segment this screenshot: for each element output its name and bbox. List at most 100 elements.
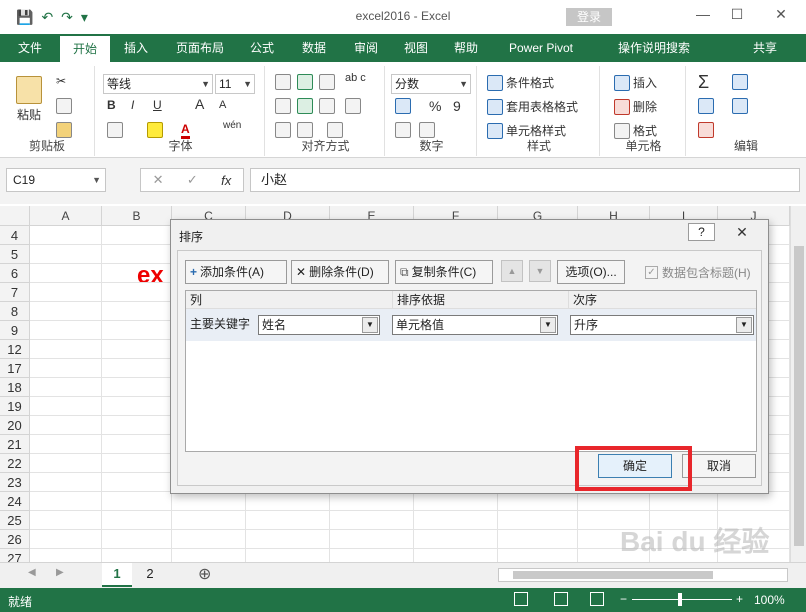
- tab-page-layout[interactable]: 页面布局: [164, 34, 236, 62]
- select-all-corner[interactable]: [0, 206, 30, 226]
- undo-icon[interactable]: ↶: [41, 9, 53, 26]
- zoom-slider[interactable]: [632, 599, 732, 600]
- font-name-combo[interactable]: 等线 ▼: [103, 74, 213, 94]
- row-header-18[interactable]: 18: [0, 378, 30, 397]
- row-header-23[interactable]: 23: [0, 473, 30, 492]
- new-sheet-icon[interactable]: ⊕: [198, 564, 211, 584]
- comma-style-button[interactable]: 9: [453, 98, 461, 114]
- scroll-thumb[interactable]: [794, 246, 804, 546]
- close-icon[interactable]: ✕: [723, 223, 761, 241]
- row-header-22[interactable]: 22: [0, 454, 30, 473]
- border-icon[interactable]: [107, 122, 123, 138]
- percent-button[interactable]: %: [429, 98, 441, 114]
- zoom-level[interactable]: 100%: [754, 593, 785, 607]
- fill-icon[interactable]: [698, 98, 714, 114]
- align-left-icon[interactable]: [275, 98, 291, 114]
- fill-color-icon[interactable]: [147, 122, 163, 138]
- format-as-table-button[interactable]: 套用表格格式: [487, 98, 578, 115]
- tab-data[interactable]: 数据: [292, 34, 336, 62]
- tab-file[interactable]: 文件: [4, 34, 56, 62]
- zoom-in-icon[interactable]: +: [736, 592, 743, 606]
- zoom-slider-thumb[interactable]: [678, 593, 682, 606]
- merge-center-icon[interactable]: [345, 98, 361, 114]
- sort-on-select[interactable]: 单元格值 ▼: [392, 315, 558, 335]
- delete-level-button[interactable]: ✕ 删除条件(D): [291, 260, 389, 284]
- sheet-tab-2[interactable]: 2: [136, 563, 164, 587]
- align-right-icon[interactable]: [319, 98, 335, 114]
- number-format-combo[interactable]: 分数 ▼: [391, 74, 471, 94]
- customize-qat-icon[interactable]: ▾: [81, 9, 88, 26]
- sort-filter-icon[interactable]: [732, 74, 748, 90]
- restore-icon[interactable]: ☐: [722, 6, 752, 23]
- wrap-text-icon[interactable]: ab c: [345, 72, 366, 84]
- conditional-format-button[interactable]: 条件格式: [487, 74, 554, 91]
- column-header-a[interactable]: A: [30, 206, 102, 226]
- share-button[interactable]: 共享: [740, 34, 790, 62]
- clear-icon[interactable]: [698, 122, 714, 138]
- tell-me-search[interactable]: 操作说明搜索: [598, 34, 710, 62]
- save-icon[interactable]: 💾: [16, 9, 33, 26]
- header-checkbox[interactable]: ✓ 数据包含标题(H): [645, 264, 751, 281]
- page-break-view-icon[interactable]: [590, 592, 604, 606]
- column-header-b[interactable]: B: [102, 206, 172, 226]
- increase-indent-icon[interactable]: [297, 122, 313, 138]
- decrease-indent-icon[interactable]: [275, 122, 291, 138]
- tab-power-pivot[interactable]: Power Pivot: [498, 34, 584, 62]
- vertical-scrollbar[interactable]: [790, 206, 806, 562]
- tab-view[interactable]: 视图: [394, 34, 438, 62]
- find-icon[interactable]: [732, 98, 748, 114]
- currency-icon[interactable]: [395, 98, 411, 114]
- phonetic-icon[interactable]: wén: [223, 120, 241, 131]
- orientation-icon[interactable]: [327, 122, 343, 138]
- row-header-6[interactable]: 6: [0, 264, 30, 283]
- font-size-combo[interactable]: 11 ▼: [215, 74, 255, 94]
- row-header-8[interactable]: 8: [0, 302, 30, 321]
- row-header-19[interactable]: 19: [0, 397, 30, 416]
- insert-cells-button[interactable]: 插入: [614, 74, 657, 91]
- add-level-button[interactable]: + 添加条件(A): [185, 260, 287, 284]
- bold-button[interactable]: B: [107, 98, 116, 112]
- paste-button[interactable]: 粘贴: [16, 76, 42, 123]
- formula-input[interactable]: 小赵: [250, 168, 800, 192]
- decrease-decimal-icon[interactable]: [419, 122, 435, 138]
- minimize-icon[interactable]: —: [688, 6, 718, 22]
- row-header-7[interactable]: 7: [0, 283, 30, 302]
- cut-icon[interactable]: ✂: [56, 74, 66, 88]
- row-header-26[interactable]: 26: [0, 530, 30, 549]
- row-header-4[interactable]: 4: [0, 226, 30, 245]
- order-select[interactable]: 升序 ▼: [570, 315, 754, 335]
- close-icon[interactable]: ✕: [766, 6, 796, 23]
- tab-insert[interactable]: 插入: [114, 34, 158, 62]
- name-box[interactable]: C19 ▼: [6, 168, 106, 192]
- align-top-icon[interactable]: [275, 74, 291, 90]
- row-header-24[interactable]: 24: [0, 492, 30, 511]
- align-middle-icon[interactable]: [297, 74, 313, 90]
- zoom-out-icon[interactable]: −: [620, 592, 627, 606]
- increase-decimal-icon[interactable]: [395, 122, 411, 138]
- help-button[interactable]: ?: [688, 223, 715, 241]
- grow-font-button[interactable]: A: [195, 96, 204, 112]
- cancel-icon[interactable]: ✕: [153, 172, 164, 188]
- move-down-button[interactable]: ▼: [529, 260, 551, 282]
- scroll-right-icon[interactable]: ▶: [56, 567, 64, 578]
- login-button[interactable]: 登录: [566, 8, 612, 26]
- shrink-font-button[interactable]: A: [219, 99, 226, 111]
- row-header-9[interactable]: 9: [0, 321, 30, 340]
- move-up-button[interactable]: ▲: [501, 260, 523, 282]
- redo-icon[interactable]: ↷: [61, 9, 73, 26]
- copy-level-button[interactable]: ⧉ 复制条件(C): [395, 260, 493, 284]
- tab-home[interactable]: 开始: [60, 34, 110, 62]
- row-header-25[interactable]: 25: [0, 511, 30, 530]
- cancel-button[interactable]: 取消: [682, 454, 756, 478]
- options-button[interactable]: 选项(O)...: [557, 260, 625, 284]
- scroll-left-icon[interactable]: ◀: [28, 567, 36, 578]
- row-header-12[interactable]: 12: [0, 340, 30, 359]
- horizontal-scrollbar[interactable]: [498, 568, 788, 582]
- row-header-20[interactable]: 20: [0, 416, 30, 435]
- align-center-icon[interactable]: [297, 98, 313, 114]
- delete-cells-button[interactable]: 删除: [614, 98, 657, 115]
- sheet-tab-1[interactable]: 1: [102, 563, 132, 587]
- tab-review[interactable]: 审阅: [344, 34, 388, 62]
- tab-help[interactable]: 帮助: [444, 34, 488, 62]
- enter-icon[interactable]: ✓: [187, 172, 198, 188]
